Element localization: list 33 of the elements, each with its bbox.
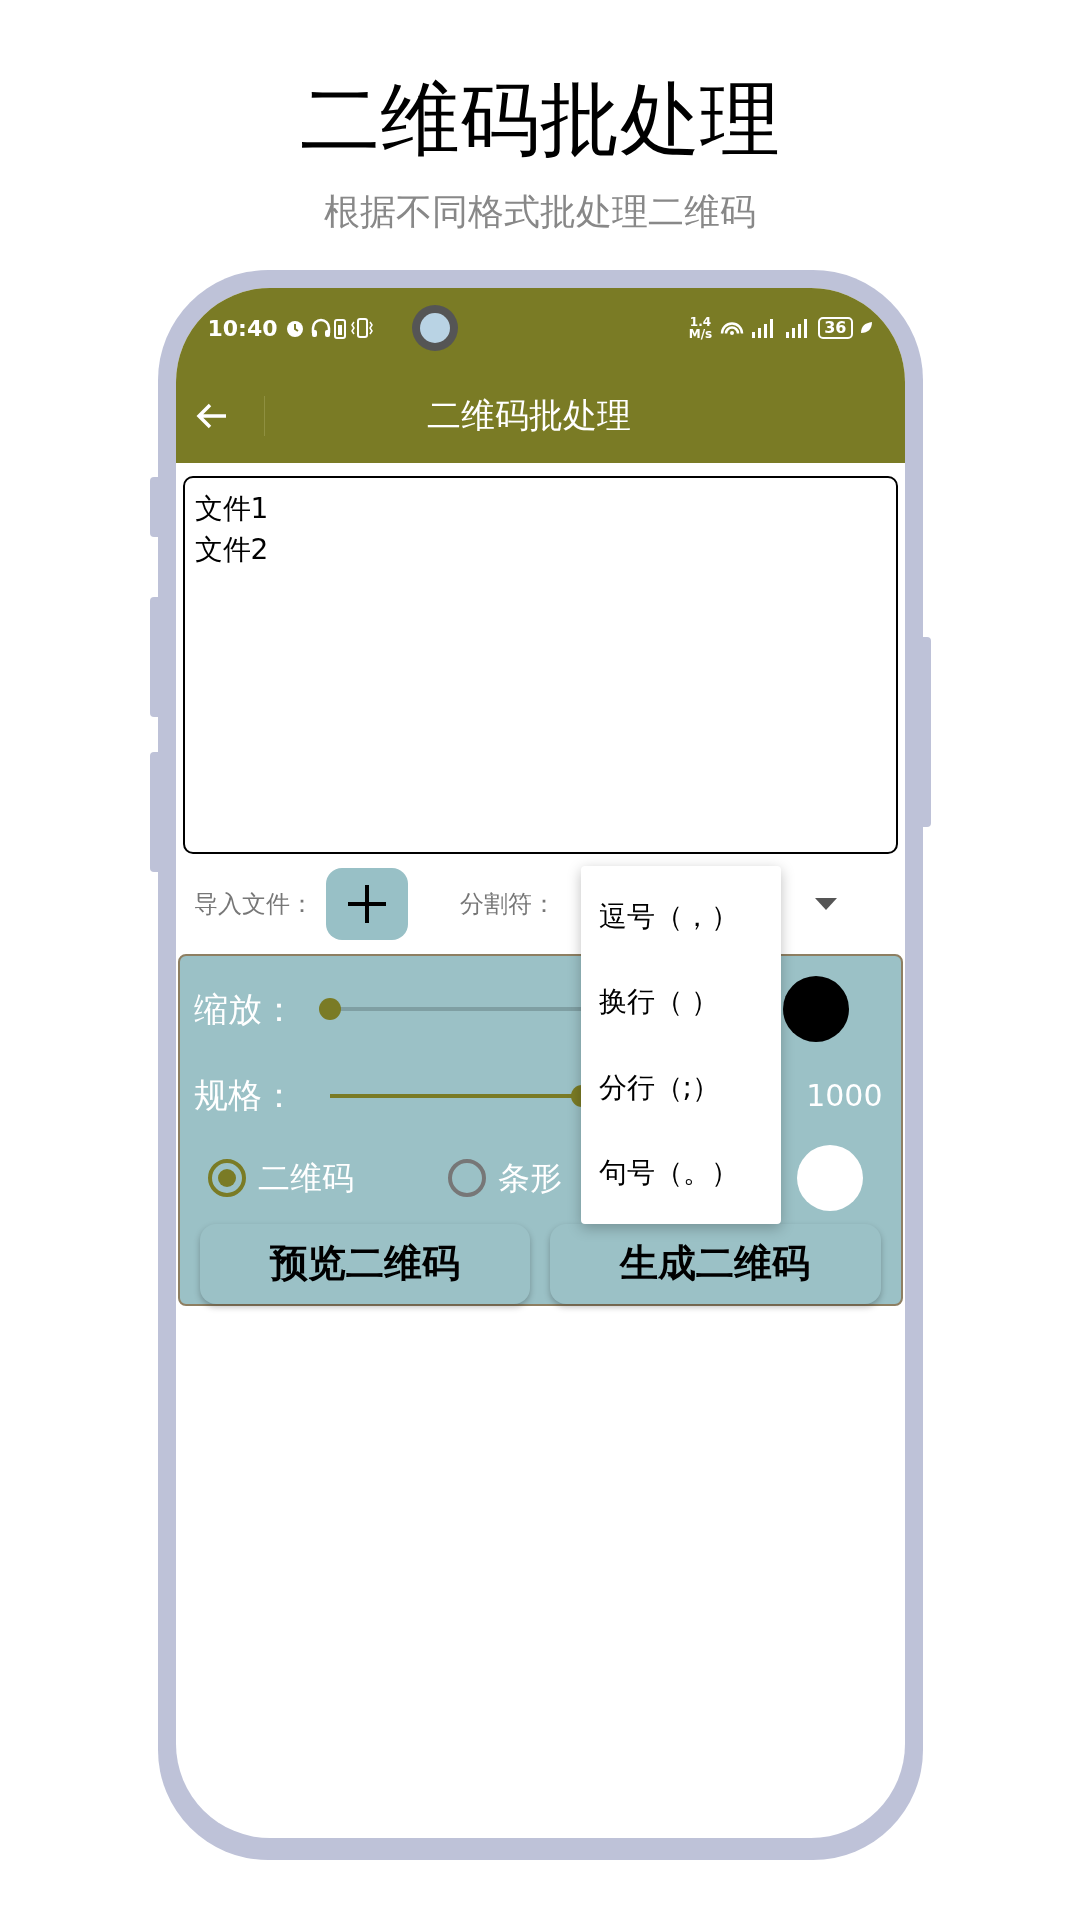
avatar-icon (411, 305, 458, 351)
action-button[interactable]: 预览二维码 (199, 1224, 530, 1304)
vibrate-icon (349, 317, 374, 339)
dropdown-caret-icon[interactable] (814, 898, 837, 910)
speed-unit: M/s (688, 328, 713, 340)
battery-icon (333, 317, 346, 339)
speed-value: 1.4 (689, 316, 712, 328)
app-bar-title: 二维码批处理 (426, 394, 631, 437)
headphones-icon (309, 317, 332, 339)
leaf-icon (858, 321, 873, 335)
add-file-button[interactable] (325, 868, 408, 940)
dropdown-option[interactable]: 换行（ ） (580, 981, 781, 1024)
action-button[interactable]: 生成二维码 (550, 1224, 881, 1304)
page-subtitle: 根据不同格式批处理二维码 (324, 190, 756, 234)
radio-label: 条形 (497, 1157, 562, 1199)
separator-label: 分割符： (459, 889, 556, 920)
slider-label: 缩放： (193, 987, 297, 1031)
dropdown-option[interactable]: 逗号（，） (580, 895, 781, 938)
dropdown-option[interactable]: 分行（;） (580, 1066, 781, 1109)
page-title: 二维码批处理 (300, 72, 780, 168)
import-label: 导入文件： (193, 889, 314, 920)
battery-indicator: 36 (818, 317, 853, 339)
dropdown-option[interactable]: 句号（。） (580, 1152, 781, 1195)
slider-value: 1000 (806, 1077, 883, 1116)
plus-icon (345, 883, 388, 925)
status-time: 10:40 (207, 314, 278, 343)
radio-button[interactable] (207, 1158, 246, 1197)
radio-button[interactable] (447, 1158, 486, 1197)
hotspot-icon (720, 321, 745, 335)
text-area[interactable]: 文件1 文件2 (182, 476, 898, 854)
slider-label: 规格： (193, 1074, 297, 1118)
radio-label: 二维码 (257, 1157, 354, 1199)
slider-thumb[interactable] (318, 998, 341, 1021)
